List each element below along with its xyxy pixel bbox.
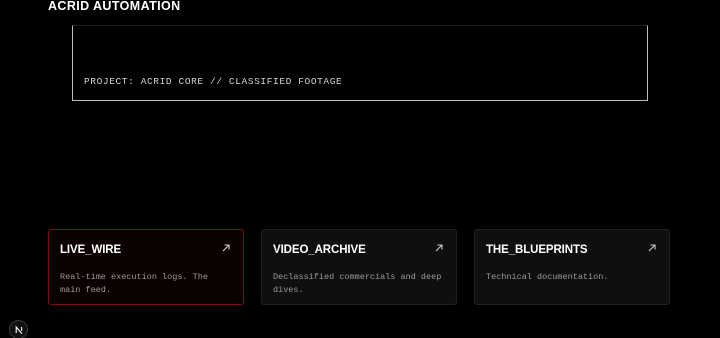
nextjs-badge[interactable]	[9, 320, 28, 338]
nextjs-logo-icon	[15, 325, 22, 334]
card-title: VIDEO_ARCHIVE	[273, 244, 366, 256]
card-live-wire[interactable]: LIVE_WIRE Real-time execution logs. The …	[48, 229, 244, 305]
card-the-blueprints[interactable]: THE_BLUEPRINTS Technical documentation.	[474, 229, 670, 305]
card-video-archive[interactable]: VIDEO_ARCHIVE Declassified commercials a…	[261, 229, 457, 305]
video-frame[interactable]: PROJECT: ACRID CORE // CLASSIFIED FOOTAG…	[72, 25, 648, 101]
card-title: LIVE_WIRE	[60, 244, 122, 256]
card-description: Real-time execution logs. The main feed.	[60, 272, 208, 295]
card-title: THE_BLUEPRINTS	[486, 244, 588, 256]
card-description: Declassified commercials and deep dives.	[273, 272, 442, 295]
arrow-up-right-icon	[648, 244, 656, 252]
arrow-up-right-icon	[435, 244, 443, 252]
arrow-up-right-icon	[222, 244, 230, 252]
video-caption: PROJECT: ACRID CORE // CLASSIFIED FOOTAG…	[84, 76, 343, 87]
card-description: Technical documentation.	[486, 272, 609, 282]
brand-title[interactable]: ACRID AUTOMATION	[48, 0, 181, 13]
